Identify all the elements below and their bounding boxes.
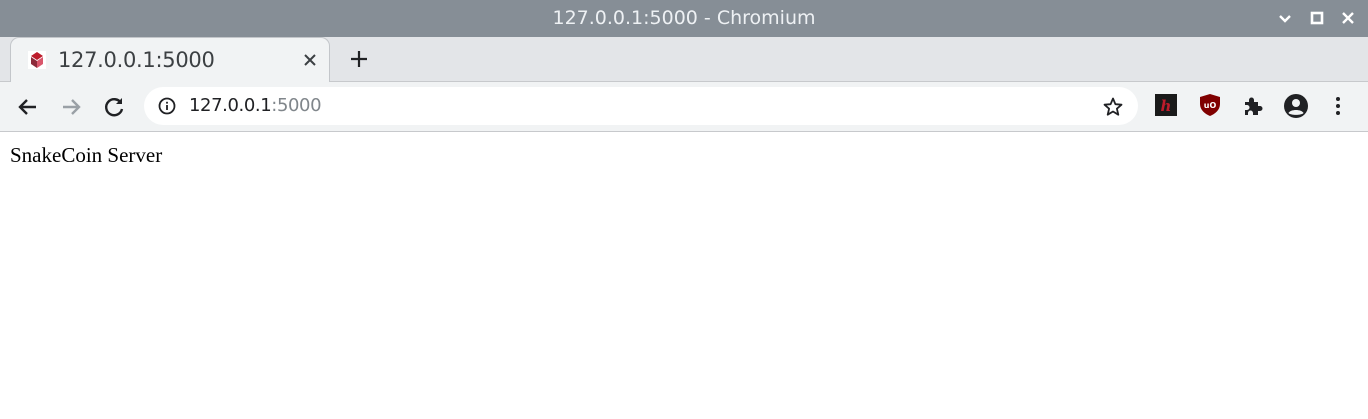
maximize-icon[interactable] [1307,8,1327,28]
tab-title: 127.0.0.1:5000 [58,48,215,72]
window-title: 127.0.0.1:5000 - Chromium [552,7,816,29]
page-content: SnakeCoin Server [0,133,1368,419]
address-bar[interactable]: 127.0.0.1:5000 [144,87,1138,125]
profile-icon[interactable] [1283,93,1309,119]
new-tab-icon[interactable] [347,47,371,71]
reload-icon[interactable] [101,94,127,120]
minimize-icon[interactable] [1275,8,1295,28]
star-icon[interactable] [1102,96,1124,118]
hypothesis-extension-icon[interactable]: h [1155,94,1177,116]
url-port: :5000 [271,95,322,116]
browser-toolbar: 127.0.0.1:5000 h uO [0,82,1368,132]
forward-arrow-icon[interactable] [58,94,84,120]
extensions-puzzle-icon[interactable] [1241,94,1265,118]
page-heading-text: SnakeCoin Server [10,143,163,167]
tab-strip: 127.0.0.1:5000 [0,37,1368,83]
svg-text:uO: uO [1204,101,1217,110]
close-tab-icon[interactable] [300,50,320,70]
info-icon[interactable] [158,97,176,115]
tab-active[interactable]: 127.0.0.1:5000 [10,37,330,83]
snakecoin-favicon [28,51,46,69]
address-url: 127.0.0.1:5000 [189,95,322,116]
svg-text:h: h [1161,97,1172,115]
back-arrow-icon[interactable] [15,94,41,120]
url-host: 127.0.0.1 [189,95,272,116]
menu-icon[interactable] [1330,94,1346,120]
close-window-icon[interactable] [1338,8,1358,28]
window-titlebar: 127.0.0.1:5000 - Chromium [0,0,1368,37]
ublock-extension-icon[interactable]: uO [1198,93,1222,117]
